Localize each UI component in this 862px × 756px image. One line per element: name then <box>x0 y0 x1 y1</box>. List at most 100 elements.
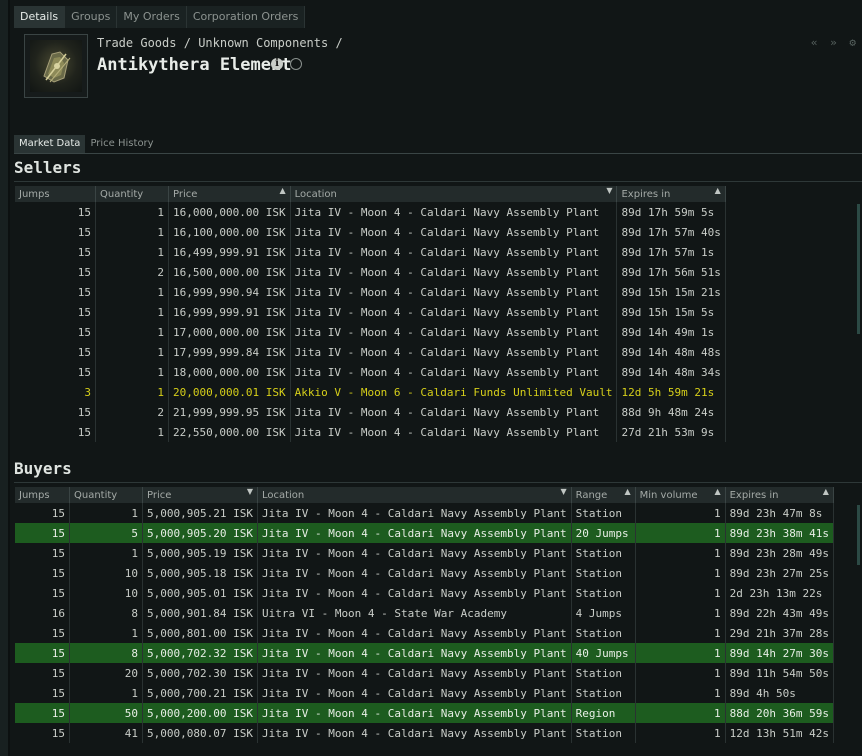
buyers-col-quantity[interactable]: Quantity <box>69 487 143 503</box>
seller-cell-price: 18,000,000.00 ISK <box>168 362 291 382</box>
seller-row[interactable]: 15 1 16,999,999.91 ISK Jita IV - Moon 4 - C… <box>15 302 726 322</box>
sort-desc-icon: ▼ <box>560 487 567 496</box>
buyer-cell-location: Uitra VI - Moon 4 - State War Academy <box>257 603 572 623</box>
sub-tab-divider <box>14 153 862 154</box>
seller-row[interactable]: 3 1 20,000,000.01 ISK Akkio V - Moon 6 - Ca… <box>15 382 726 402</box>
tab-details[interactable]: Details <box>14 6 66 28</box>
seller-cell-expires-in: 89d 17h 56m 51s <box>616 262 726 282</box>
seller-cell-expires-in: 89d 17h 57m 1s <box>616 242 726 262</box>
buyer-row[interactable]: 15 10 5,000,905.01 ISK Jita IV - Moon 4 - C… <box>15 583 834 603</box>
buyer-cell-range: Region <box>571 703 636 723</box>
buyer-cell-min-volume: 1 <box>635 523 726 543</box>
buyer-cell-location: Jita IV - Moon 4 - Caldari Navy Assembly… <box>257 723 572 743</box>
buyers-col-expires[interactable]: Expires in ▲ <box>725 487 834 503</box>
seller-cell-jumps: 15 <box>15 362 96 382</box>
buyers-col-price[interactable]: Price ▼ <box>142 487 258 503</box>
seller-cell-expires-in: 89d 17h 57m 40s <box>616 222 726 242</box>
tab-groups[interactable]: Groups <box>65 6 118 28</box>
seller-row[interactable]: 15 1 17,000,000.00 ISK Jita IV - Moon 4 - C… <box>15 322 726 342</box>
seller-row[interactable]: 15 1 16,100,000.00 ISK Jita IV - Moon 4 - C… <box>15 222 726 242</box>
sellers-scrollbar[interactable] <box>857 204 860 334</box>
seller-row[interactable]: 15 1 16,499,999.91 ISK Jita IV - Moon 4 - C… <box>15 242 726 262</box>
sellers-divider <box>14 181 862 182</box>
buyer-cell-price: 5,000,905.01 ISK <box>142 583 258 603</box>
tab-corporation-orders[interactable]: Corporation Orders <box>187 6 306 28</box>
buyers-col-range[interactable]: Range ▲ <box>571 487 636 503</box>
seller-cell-expires-in: 89d 15h 15m 5s <box>616 302 726 322</box>
buyer-row[interactable]: 15 1 5,000,801.00 ISK Jita IV - Moon 4 - Ca… <box>15 623 834 643</box>
buyers-col-min-volume[interactable]: Min volume ▲ <box>635 487 726 503</box>
seller-row[interactable]: 15 1 17,999,999.84 ISK Jita IV - Moon 4 - C… <box>15 342 726 362</box>
gear-icon[interactable]: ⚙ <box>849 36 856 49</box>
breadcrumb-separator: / <box>183 36 191 50</box>
breadcrumb-group[interactable]: Unknown Components <box>198 36 328 50</box>
seller-row[interactable]: 15 1 16,999,990.94 ISK Jita IV - Moon 4 - C… <box>15 282 726 302</box>
info-icon[interactable]: i <box>271 58 283 70</box>
buyer-cell-range: Station <box>571 543 636 563</box>
buyer-cell-jumps: 16 <box>15 603 70 623</box>
sellers-col-jumps[interactable]: Jumps <box>15 186 96 202</box>
buyer-cell-expires-in: 89d 14h 27m 30s <box>725 643 834 663</box>
seller-cell-jumps: 15 <box>15 322 96 342</box>
buyer-row[interactable]: 15 1 5,000,905.19 ISK Jita IV - Moon 4 - Ca… <box>15 543 834 563</box>
seller-row[interactable]: 15 2 16,500,000.00 ISK Jita IV - Moon 4 - C… <box>15 262 726 282</box>
seller-cell-jumps: 15 <box>15 202 96 222</box>
breadcrumb-separator-end: / <box>335 36 343 50</box>
sellers-col-location[interactable]: Location ▼ <box>290 186 618 202</box>
buyer-row[interactable]: 15 10 5,000,905.18 ISK Jita IV - Moon 4 - C… <box>15 563 834 583</box>
buyer-cell-min-volume: 1 <box>635 623 726 643</box>
buyer-cell-quantity: 1 <box>69 683 143 703</box>
buyer-cell-min-volume: 1 <box>635 603 726 623</box>
buyer-cell-expires-in: 88d 20h 36m 59s <box>725 703 834 723</box>
buyer-row[interactable]: 15 50 5,000,200.00 ISK Jita IV - Moon 4 - C… <box>15 703 834 723</box>
buyer-row[interactable]: 15 1 5,000,905.21 ISK Jita IV - Moon 4 - Ca… <box>15 503 834 523</box>
antikythera-element-icon <box>43 51 71 83</box>
buyer-cell-min-volume: 1 <box>635 563 726 583</box>
buyer-row[interactable]: 15 41 5,000,080.07 ISK Jita IV - Moon 4 - C… <box>15 723 834 743</box>
buyer-cell-quantity: 10 <box>69 563 143 583</box>
tab-market-data[interactable]: Market Data <box>14 135 86 153</box>
tab-price-history[interactable]: Price History <box>85 135 158 153</box>
buyer-cell-jumps: 15 <box>15 723 70 743</box>
seller-cell-expires-in: 89d 14h 49m 1s <box>616 322 726 342</box>
buyer-row[interactable]: 16 8 5,000,901.84 ISK Uitra VI - Moon 4 - S… <box>15 603 834 623</box>
seller-row[interactable]: 15 1 16,000,000.00 ISK Jita IV - Moon 4 - C… <box>15 202 726 222</box>
buyer-cell-price: 5,000,801.00 ISK <box>142 623 258 643</box>
item-thumbnail[interactable] <box>24 34 88 98</box>
buyer-row[interactable]: 15 1 5,000,700.21 ISK Jita IV - Moon 4 - Ca… <box>15 683 834 703</box>
seller-cell-expires-in: 12d 5h 59m 21s <box>616 382 726 402</box>
breadcrumb-category[interactable]: Trade Goods <box>97 36 176 50</box>
sellers-col-quantity[interactable]: Quantity <box>95 186 169 202</box>
tab-my-orders[interactable]: My Orders <box>117 6 187 28</box>
settings-circle-icon[interactable] <box>290 58 302 70</box>
sellers-col-price[interactable]: Price ▲ <box>168 186 291 202</box>
back-icon[interactable]: « <box>811 36 818 49</box>
sellers-col-expires[interactable]: Expires in ▲ <box>616 186 726 202</box>
seller-cell-jumps: 15 <box>15 302 96 322</box>
buyer-cell-price: 5,000,200.00 ISK <box>142 703 258 723</box>
buyer-row[interactable]: 15 5 5,000,905.20 ISK Jita IV - Moon 4 - Ca… <box>15 523 834 543</box>
seller-cell-expires-in: 89d 14h 48m 48s <box>616 342 726 362</box>
buyer-row[interactable]: 15 8 5,000,702.32 ISK Jita IV - Moon 4 - Ca… <box>15 643 834 663</box>
buyer-cell-expires-in: 12d 13h 51m 42s <box>725 723 834 743</box>
forward-icon[interactable]: » <box>830 36 837 49</box>
sort-asc-icon: ▲ <box>714 487 721 496</box>
seller-row[interactable]: 15 2 21,999,999.95 ISK Jita IV - Moon 4 - C… <box>15 402 726 422</box>
seller-cell-price: 22,550,000.00 ISK <box>168 422 291 442</box>
seller-cell-quantity: 1 <box>95 302 169 322</box>
sort-asc-icon: ▲ <box>822 487 829 496</box>
seller-cell-jumps: 15 <box>15 342 96 362</box>
seller-row[interactable]: 15 1 22,550,000.00 ISK Jita IV - Moon 4 - C… <box>15 422 726 442</box>
seller-cell-location: Jita IV - Moon 4 - Caldari Navy Assembly… <box>290 322 618 342</box>
buyers-col-location[interactable]: Location ▼ <box>257 487 572 503</box>
seller-row[interactable]: 15 1 18,000,000.00 ISK Jita IV - Moon 4 - C… <box>15 362 726 382</box>
buyer-cell-range: Station <box>571 503 636 523</box>
left-edge-strip <box>0 0 8 756</box>
buyer-cell-location: Jita IV - Moon 4 - Caldari Navy Assembly… <box>257 643 572 663</box>
buyers-col-jumps[interactable]: Jumps <box>15 487 70 503</box>
buyer-cell-quantity: 50 <box>69 703 143 723</box>
buyers-col-min-volume-label: Min volume <box>639 489 698 501</box>
buyer-cell-quantity: 1 <box>69 543 143 563</box>
buyers-scrollbar[interactable] <box>857 505 860 565</box>
buyer-row[interactable]: 15 20 5,000,702.30 ISK Jita IV - Moon 4 - C… <box>15 663 834 683</box>
